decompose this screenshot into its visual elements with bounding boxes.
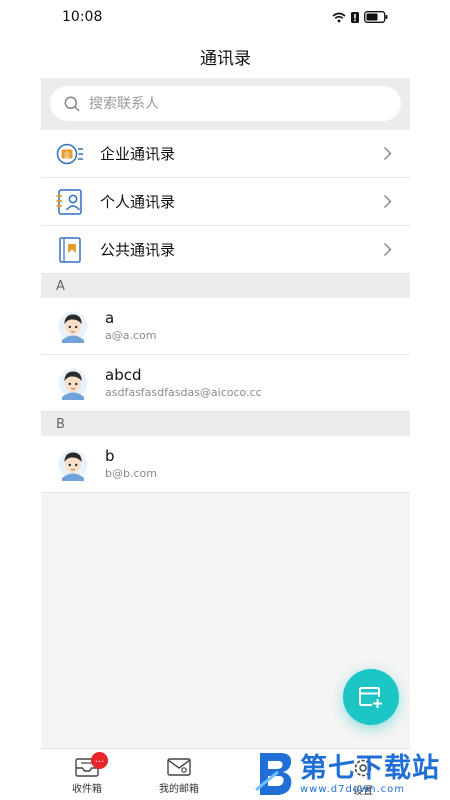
watermark-logo xyxy=(255,753,292,795)
menu-label: 企业通讯录 xyxy=(100,145,176,163)
tab-inbox[interactable]: ... 收件箱 xyxy=(41,749,133,800)
avatar-icon xyxy=(58,449,88,481)
add-contact-icon xyxy=(359,687,382,708)
status-bar: 10:08 xyxy=(41,0,410,34)
wifi-icon xyxy=(332,12,346,22)
section-header-b: B xyxy=(41,412,410,436)
contact-email: asdfasfasdfasdas@aicoco.cc xyxy=(105,386,262,399)
contact-row[interactable]: b b@b.com xyxy=(41,436,410,493)
search-icon xyxy=(64,96,80,111)
contact-email: a@a.com xyxy=(105,329,157,342)
unread-badge: ... xyxy=(91,752,108,769)
status-time: 10:08 xyxy=(62,9,103,25)
chevron-right-icon xyxy=(383,242,392,257)
watermark-title: 第七下载站 xyxy=(300,752,440,784)
menu-label: 个人通讯录 xyxy=(100,193,176,211)
status-icons xyxy=(332,11,388,23)
contact-name: a xyxy=(105,309,115,327)
public-contacts-icon xyxy=(59,236,81,263)
search-area xyxy=(41,78,410,130)
contact-email: b@b.com xyxy=(105,467,157,480)
mailbox-icon xyxy=(167,758,191,776)
contact-name: abcd xyxy=(105,366,142,384)
menu-public-contacts[interactable]: 公共通讯录 xyxy=(41,226,410,274)
tab-my-mailbox[interactable]: 我的邮箱 xyxy=(133,749,225,800)
add-contact-button[interactable] xyxy=(343,669,399,725)
enterprise-contacts-icon: 企 xyxy=(56,143,83,164)
chevron-right-icon xyxy=(383,146,392,161)
chevron-right-icon xyxy=(383,194,392,209)
tab-label: 我的邮箱 xyxy=(159,784,199,795)
title-bar: 通讯录 xyxy=(41,34,410,78)
contact-row[interactable]: a a@a.com xyxy=(41,298,410,355)
tab-label: 收件箱 xyxy=(72,784,102,795)
battery-icon xyxy=(364,11,388,23)
phone-screen: 10:08 通讯录 搜索联系人 企 企业通讯录 个人通讯录 公共通讯录 A a … xyxy=(41,0,410,800)
watermark-url: www.d7down.com xyxy=(300,783,406,795)
alert-icon xyxy=(351,11,359,23)
menu-personal-contacts[interactable]: 个人通讯录 xyxy=(41,178,410,226)
personal-contacts-icon xyxy=(56,188,82,215)
watermark: 第七下载站 www.d7down.com xyxy=(254,748,450,800)
search-input[interactable] xyxy=(89,95,349,112)
search-box[interactable] xyxy=(50,86,401,121)
avatar-icon xyxy=(58,368,88,400)
section-header-a: A xyxy=(41,274,410,298)
page-title: 通讯录 xyxy=(200,48,251,69)
svg-text:企: 企 xyxy=(64,150,71,159)
avatar-icon xyxy=(58,311,88,343)
contact-name: b xyxy=(105,447,115,465)
contact-row[interactable]: abcd asdfasfasdfasdas@aicoco.cc xyxy=(41,355,410,412)
menu-label: 公共通讯录 xyxy=(100,241,176,259)
menu-enterprise-contacts[interactable]: 企 企业通讯录 xyxy=(41,130,410,178)
